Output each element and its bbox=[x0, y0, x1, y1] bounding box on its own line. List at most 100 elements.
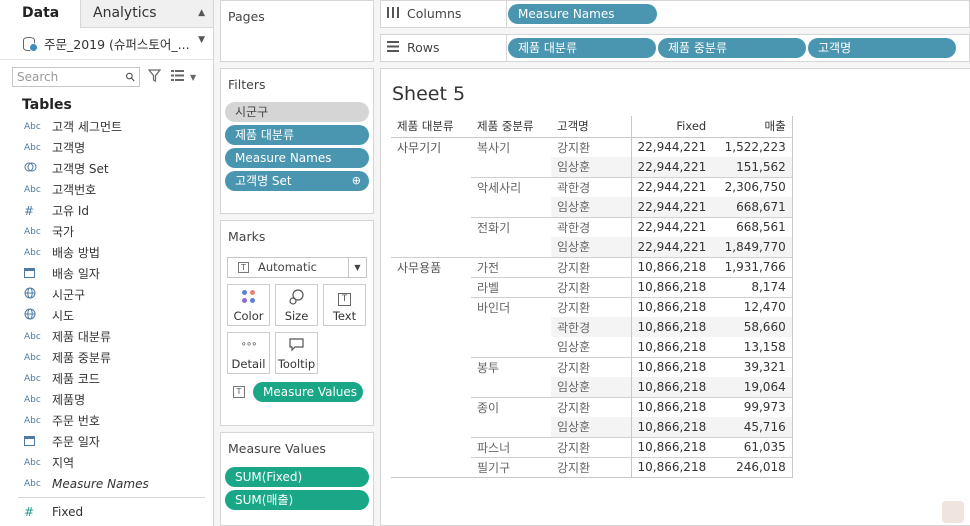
cell-category[interactable]: 사무용품 bbox=[391, 256, 471, 277]
header-category[interactable]: 제품 대분류 bbox=[391, 116, 471, 138]
cell-sales[interactable]: 19,064 bbox=[712, 377, 793, 397]
cell-category[interactable] bbox=[391, 177, 471, 197]
header-customer[interactable]: 고객명 bbox=[551, 116, 631, 138]
updown-arrows-icon[interactable]: ▲ ▼ bbox=[198, 0, 205, 54]
rows-pill-category[interactable]: 제품 대분류 bbox=[508, 38, 656, 58]
field-item[interactable]: Abc 고객 세그먼트 bbox=[24, 116, 213, 137]
field-item[interactable]: Abc 제품명 bbox=[24, 389, 213, 410]
cell-sales[interactable]: 246,018 bbox=[712, 456, 793, 478]
search-input[interactable]: Search ⚲ bbox=[12, 67, 140, 87]
filter-icon[interactable] bbox=[147, 68, 162, 86]
text-button[interactable]: T Text bbox=[323, 284, 366, 326]
cell-fixed[interactable]: 10,866,218 bbox=[630, 317, 713, 337]
cell-customer[interactable]: 임상훈 bbox=[551, 337, 631, 357]
cell-category[interactable] bbox=[391, 357, 471, 377]
field-item[interactable]: Abc 제품 대분류 bbox=[24, 326, 213, 347]
cell-fixed[interactable]: 10,866,218 bbox=[630, 276, 713, 297]
cell-fixed[interactable]: 22,944,221 bbox=[630, 137, 713, 157]
field-item[interactable]: Abc 국가 bbox=[24, 221, 213, 242]
rows-shelf[interactable]: Rows 제품 대분류 제품 중분류 고객명 bbox=[380, 34, 970, 62]
header-sales[interactable]: 매출 bbox=[712, 116, 793, 138]
cell-sales[interactable]: 12,470 bbox=[712, 296, 793, 317]
cell-fixed[interactable]: 10,866,218 bbox=[630, 256, 713, 277]
cell-category[interactable] bbox=[391, 417, 471, 437]
cell-subcategory[interactable]: 바인더 bbox=[471, 296, 551, 317]
cell-category[interactable] bbox=[391, 457, 471, 478]
tab-analytics[interactable]: Analytics ▲ ▼ bbox=[81, 0, 213, 45]
cell-sales[interactable]: 8,174 bbox=[712, 276, 793, 297]
pages-card[interactable]: Pages bbox=[220, 0, 374, 62]
field-item[interactable]: Abc 제품 중분류 bbox=[24, 347, 213, 368]
tooltip-button[interactable]: Tooltip bbox=[275, 332, 318, 374]
cell-subcategory[interactable] bbox=[471, 377, 551, 397]
tab-data[interactable]: Data bbox=[0, 0, 81, 28]
cell-fixed[interactable]: 22,944,221 bbox=[630, 176, 713, 197]
cell-fixed[interactable]: 22,944,221 bbox=[630, 216, 713, 237]
filter-pill-category[interactable]: 제품 대분류 bbox=[225, 125, 369, 145]
filter-pill-sigungu[interactable]: 시군구 bbox=[225, 102, 369, 122]
cell-fixed[interactable]: 10,866,218 bbox=[630, 296, 713, 317]
size-button[interactable]: Size bbox=[275, 284, 318, 326]
cell-subcategory[interactable]: 종이 bbox=[471, 396, 551, 417]
cell-customer[interactable]: 곽한경 bbox=[551, 216, 631, 237]
cell-sales[interactable]: 668,561 bbox=[712, 216, 793, 237]
cell-subcategory[interactable] bbox=[471, 317, 551, 337]
cell-subcategory[interactable]: 악세사리 bbox=[471, 176, 551, 197]
field-item[interactable]: Abc 배송 방법 bbox=[24, 242, 213, 263]
cell-category[interactable] bbox=[391, 397, 471, 417]
cell-customer[interactable]: 강지환 bbox=[551, 137, 631, 157]
field-item[interactable]: Abc 고객번호 bbox=[24, 179, 213, 200]
field-item[interactable]: 시도 bbox=[24, 305, 213, 326]
cell-category[interactable] bbox=[391, 237, 471, 257]
cell-customer[interactable]: 강지환 bbox=[551, 436, 631, 457]
cell-fixed[interactable]: 22,944,221 bbox=[630, 237, 713, 257]
cell-sales[interactable]: 668,671 bbox=[712, 197, 793, 217]
cell-customer[interactable]: 강지환 bbox=[551, 296, 631, 317]
field-item[interactable]: #매출 bbox=[24, 522, 213, 526]
cell-customer[interactable]: 곽한경 bbox=[551, 176, 631, 197]
cell-subcategory[interactable]: 필기구 bbox=[471, 456, 551, 478]
header-subcategory[interactable]: 제품 중분류 bbox=[471, 116, 551, 138]
marks-pill-measure-values[interactable]: Measure Values bbox=[253, 382, 363, 402]
cell-subcategory[interactable] bbox=[471, 337, 551, 357]
cell-sales[interactable]: 1,849,770 bbox=[712, 237, 793, 257]
cell-customer[interactable]: 강지환 bbox=[551, 276, 631, 297]
cell-sales[interactable]: 2,306,750 bbox=[712, 176, 793, 197]
cell-sales[interactable]: 61,035 bbox=[712, 436, 793, 457]
cell-fixed[interactable]: 10,866,218 bbox=[630, 396, 713, 417]
cell-fixed[interactable]: 22,944,221 bbox=[630, 157, 713, 177]
cell-fixed[interactable]: 22,944,221 bbox=[630, 197, 713, 217]
cell-customer[interactable]: 곽한경 bbox=[551, 317, 631, 337]
cell-subcategory[interactable]: 전화기 bbox=[471, 216, 551, 237]
cell-fixed[interactable]: 10,866,218 bbox=[630, 337, 713, 357]
field-item[interactable]: Abc 지역 bbox=[24, 452, 213, 473]
filter-pill-measure-names[interactable]: Measure Names bbox=[225, 148, 369, 168]
field-item[interactable]: 고객명 Set bbox=[24, 158, 213, 179]
cell-customer[interactable]: 강지환 bbox=[551, 456, 631, 478]
cell-fixed[interactable]: 10,866,218 bbox=[630, 456, 713, 478]
detail-button[interactable]: ∘∘∘ Detail bbox=[227, 332, 270, 374]
cell-subcategory[interactable] bbox=[471, 197, 551, 217]
cell-customer[interactable]: 강지환 bbox=[551, 396, 631, 417]
cell-sales[interactable]: 58,660 bbox=[712, 317, 793, 337]
cell-fixed[interactable]: 10,866,218 bbox=[630, 377, 713, 397]
cell-sales[interactable]: 45,716 bbox=[712, 417, 793, 437]
field-item[interactable]: 시군구 bbox=[24, 284, 213, 305]
cell-customer[interactable]: 임상훈 bbox=[551, 157, 631, 177]
cell-category[interactable] bbox=[391, 157, 471, 177]
color-button[interactable]: Color bbox=[227, 284, 270, 326]
view-list-icon[interactable] bbox=[171, 70, 184, 84]
cell-customer[interactable]: 강지환 bbox=[551, 256, 631, 277]
cell-customer[interactable]: 임상훈 bbox=[551, 417, 631, 437]
cell-category[interactable] bbox=[391, 297, 471, 317]
cell-sales[interactable]: 13,158 bbox=[712, 337, 793, 357]
cell-subcategory[interactable]: 파스너 bbox=[471, 436, 551, 457]
cell-category[interactable] bbox=[391, 437, 471, 457]
cell-category[interactable]: 사무기기 bbox=[391, 137, 471, 157]
filters-card[interactable]: Filters 시군구 제품 대분류 Measure Names 고객명 Set… bbox=[220, 68, 374, 214]
filter-pill-customer-set[interactable]: 고객명 Set ⊕ bbox=[225, 171, 369, 191]
columns-shelf[interactable]: Columns Measure Names bbox=[380, 0, 970, 28]
cell-category[interactable] bbox=[391, 377, 471, 397]
cell-subcategory[interactable]: 봉투 bbox=[471, 356, 551, 377]
cell-subcategory[interactable] bbox=[471, 417, 551, 437]
